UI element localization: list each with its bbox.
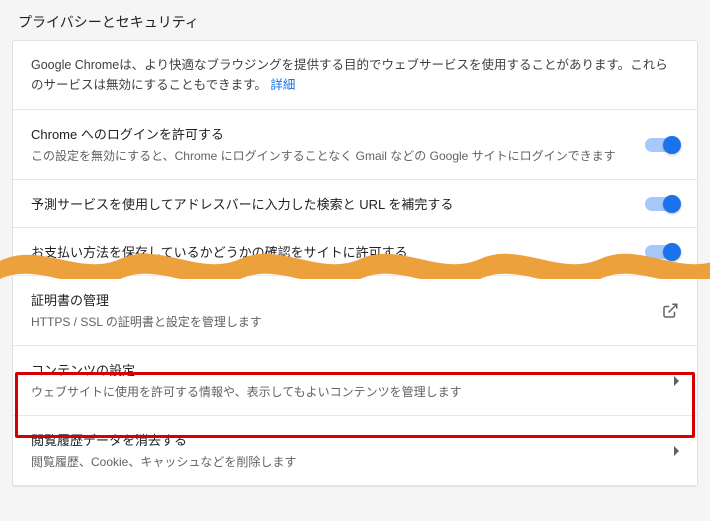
row-desc: この設定を無効にすると、Chrome にログインすることなく Gmail などの… — [31, 147, 627, 165]
toggle-chrome-login[interactable] — [645, 138, 679, 152]
row-content-settings[interactable]: コンテンツの設定 ウェブサイトに使用を許可する情報や、表示してもよいコンテンツを… — [13, 346, 697, 416]
row-prediction-service[interactable]: 予測サービスを使用してアドレスバーに入力した検索と URL を補完する — [13, 180, 697, 228]
row-title: Chrome へのログインを許可する — [31, 124, 627, 143]
toggle-prediction-service[interactable] — [645, 197, 679, 211]
chevron-right-icon — [674, 376, 679, 386]
row-manage-certificates[interactable]: 証明書の管理 HTTPS / SSL の証明書と設定を管理します — [13, 276, 697, 346]
row-desc: 閲覧履歴、Cookie、キャッシュなどを削除します — [31, 453, 656, 471]
row-chrome-login[interactable]: Chrome へのログインを許可する この設定を無効にすると、Chrome にロ… — [13, 110, 697, 180]
row-title: お支払い方法を保存しているかどうかの確認をサイトに許可する — [31, 242, 627, 261]
toggle-payment-check[interactable] — [645, 245, 679, 259]
external-link-icon — [661, 302, 679, 320]
row-title: コンテンツの設定 — [31, 360, 656, 379]
row-title: 閲覧履歴データを消去する — [31, 430, 656, 449]
page-title: プライバシーとセキュリティ — [0, 0, 710, 40]
intro-text: Google Chromeは、より快適なブラウジングを提供する目的でウェブサービ… — [31, 58, 668, 92]
row-desc: ウェブサイトに使用を許可する情報や、表示してもよいコンテンツを管理します — [31, 383, 656, 401]
learn-more-link[interactable]: 詳細 — [270, 78, 295, 92]
row-desc: HTTPS / SSL の証明書と設定を管理します — [31, 313, 643, 331]
row-title: 証明書の管理 — [31, 290, 643, 309]
intro-row: Google Chromeは、より快適なブラウジングを提供する目的でウェブサービ… — [13, 41, 697, 110]
row-payment-check[interactable]: お支払い方法を保存しているかどうかの確認をサイトに許可する — [13, 228, 697, 276]
settings-card: Google Chromeは、より快適なブラウジングを提供する目的でウェブサービ… — [12, 40, 698, 487]
chevron-right-icon — [674, 446, 679, 456]
row-title: 予測サービスを使用してアドレスバーに入力した検索と URL を補完する — [31, 194, 627, 213]
row-clear-browsing-data[interactable]: 閲覧履歴データを消去する 閲覧履歴、Cookie、キャッシュなどを削除します — [13, 416, 697, 486]
